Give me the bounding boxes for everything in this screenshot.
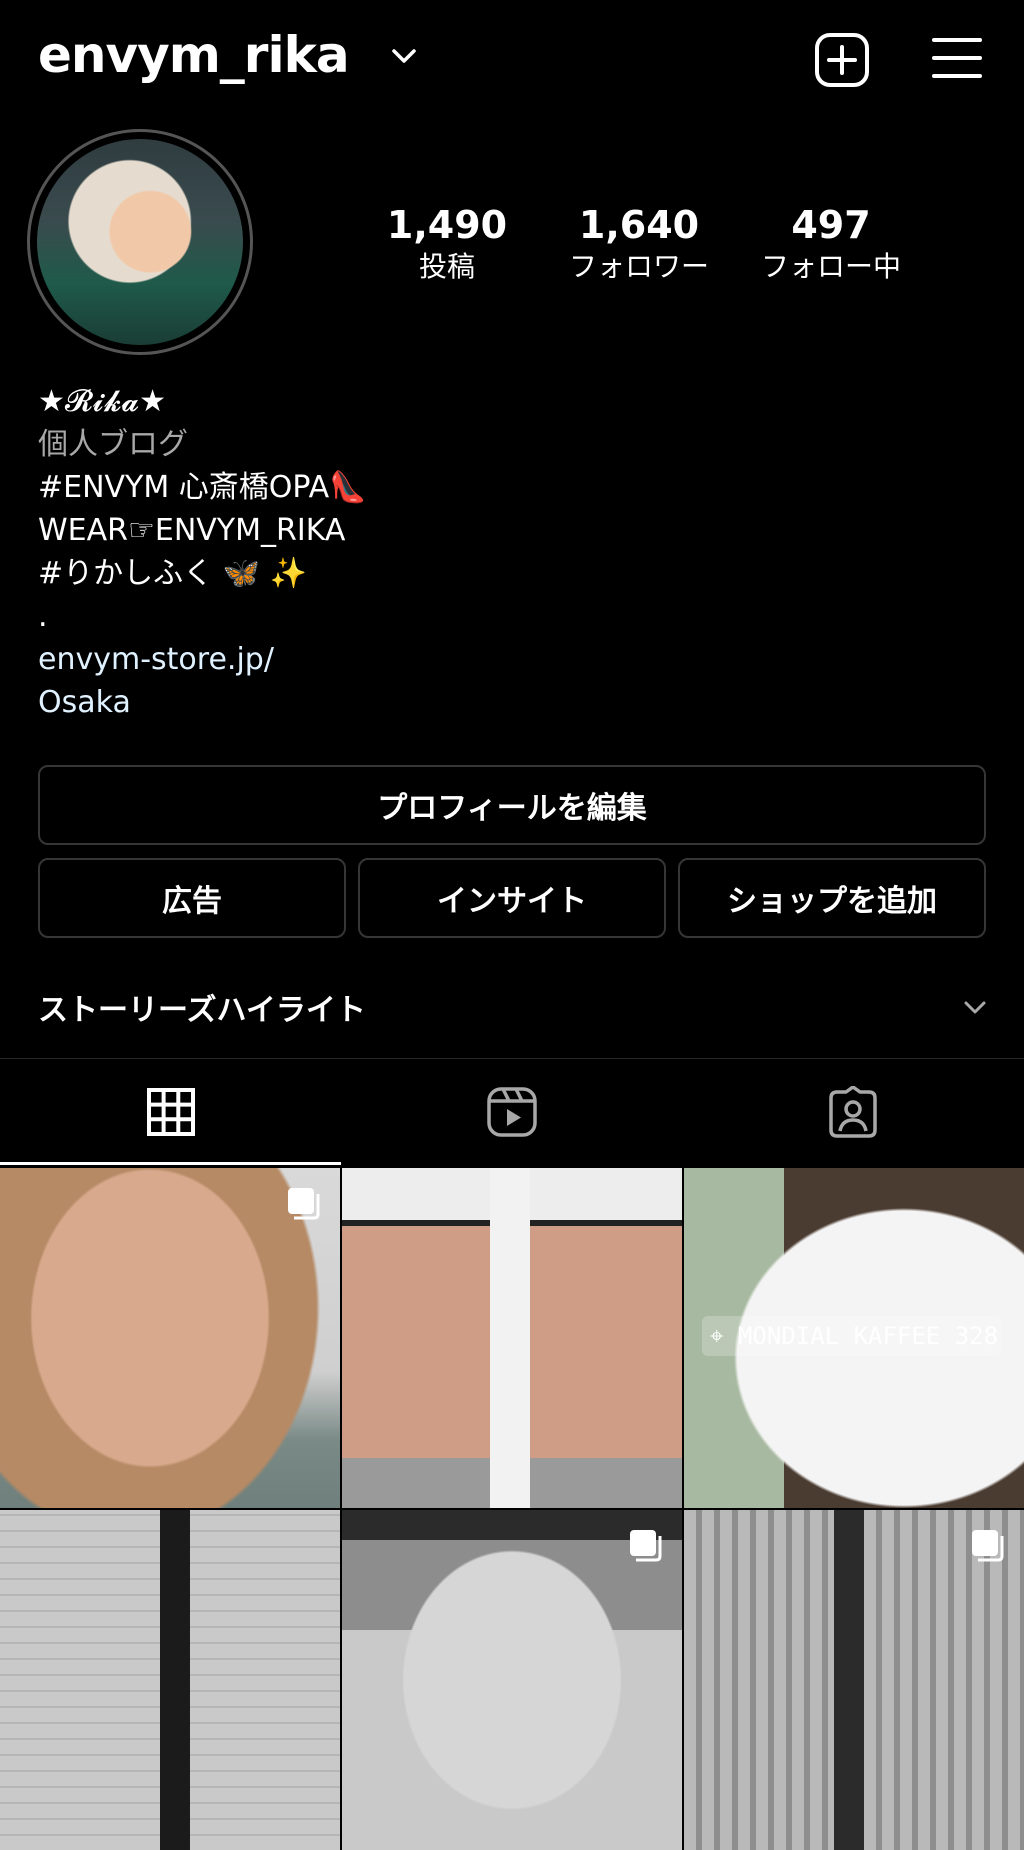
following-count: 497 [791,203,871,247]
location-link[interactable]: Osaka [38,681,366,724]
website-link[interactable]: envym-store.jp/ [38,638,366,681]
new-post-icon[interactable] [814,32,870,88]
following-label: フォロー中 [760,250,901,283]
display-name: ★𝓡𝓲𝓴𝓪★ [38,384,167,419]
post-thumbnail[interactable] [0,1168,340,1508]
tab-tagged[interactable] [682,1059,1024,1165]
reels-icon [486,1087,537,1137]
post-thumbnail[interactable] [342,1168,682,1508]
posts-label: 投稿 [418,250,475,283]
post-thumbnail[interactable] [342,1510,682,1850]
ads-button[interactable]: 広告 [38,858,346,938]
avatar[interactable] [37,139,243,345]
followers-count: 1,640 [578,203,700,247]
add-shop-button[interactable]: ショップを追加 [678,858,986,938]
bio-line: #ENVYM 心斎橋OPA👠 [38,470,367,505]
username-switcher[interactable]: envym_rika [38,26,350,84]
location-sticker: ⌖ MONDIAL KAFFEE 328 [702,1316,1002,1356]
bio-line: WEAR☞ENVYM_RIKA [38,513,346,548]
edit-profile-button[interactable]: プロフィールを編集 [38,765,986,845]
post-thumbnail[interactable] [0,1510,340,1850]
tab-posts-grid[interactable] [0,1059,341,1165]
story-highlights-label: ストーリーズハイライト [38,993,366,1028]
multiple-images-icon [972,1530,1004,1562]
posts-count: 1,490 [386,203,508,247]
profile-category: 個人ブログ [38,427,188,462]
multiple-images-icon [288,1188,320,1220]
bio-line: #りかしふく 🦋 ✨ [38,556,307,591]
post-thumbnail[interactable] [684,1510,1024,1850]
chevron-down-icon[interactable] [390,46,418,66]
post-thumbnail[interactable]: ⌖ MONDIAL KAFFEE 328 [684,1168,1024,1508]
followers-stat[interactable]: 1,640 フォロワー [539,204,739,284]
location-pin-icon: ⌖ [710,1322,738,1350]
following-stat[interactable]: 497 フォロー中 [731,204,931,284]
location-sticker-text: MONDIAL KAFFEE 328 [737,1322,999,1350]
hamburger-menu-icon[interactable] [932,34,982,82]
posts-stat[interactable]: 1,490 投稿 [347,204,547,284]
profile-bio: ★𝓡𝓲𝓴𝓪★ 個人ブログ #ENVYM 心斎橋OPA👠 WEAR☞ENVYM_R… [38,380,366,724]
profile-tabs [0,1059,1024,1165]
grid-icon [146,1088,195,1136]
insights-button[interactable]: インサイト [358,858,666,938]
chevron-down-icon [964,1001,986,1014]
tab-reels[interactable] [341,1059,682,1165]
multiple-images-icon [630,1530,662,1562]
story-highlights-toggle[interactable]: ストーリーズハイライト [38,985,988,1031]
followers-label: フォロワー [568,250,709,283]
profile-header: envym_rika [0,0,1024,120]
tagged-person-icon [829,1086,877,1138]
bio-line: . [38,599,48,634]
